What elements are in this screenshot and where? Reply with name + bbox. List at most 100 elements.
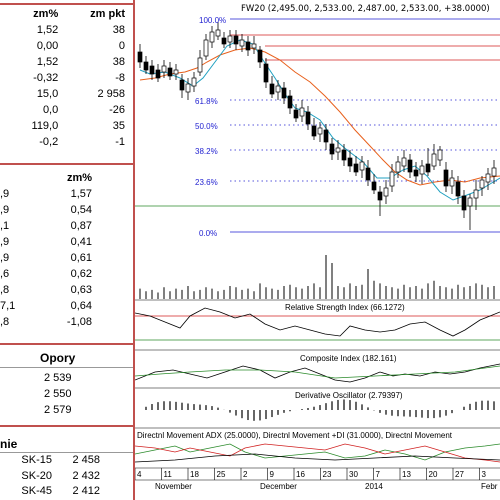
candle-body — [263, 63, 269, 83]
table-row: -0,2 -1 — [0, 134, 133, 150]
chart-title: FW20 (2,495.00, 2,533.00, 2,487.00, 2,53… — [241, 4, 490, 14]
support-title: nie — [0, 437, 18, 451]
candle-body — [419, 165, 425, 175]
candle-body — [437, 149, 443, 161]
candle-body — [173, 69, 179, 75]
change-pct: 15,0 — [36, 88, 59, 100]
composite-line — [135, 363, 500, 383]
change-pct: -0,2 — [39, 136, 59, 148]
rsi-label: Relative Strength Index (66.1272) — [285, 303, 405, 312]
header-underline — [0, 367, 133, 368]
fib-label-0: 0.0% — [199, 229, 217, 238]
candle-body — [149, 65, 155, 75]
resistance-title: Opory — [40, 351, 76, 365]
change-pct: 0,87 — [70, 220, 92, 232]
candle-body — [479, 179, 485, 189]
change-pct: 0,61 — [70, 252, 92, 264]
table-row: 119,0 35 — [0, 118, 133, 134]
table-row: ,9 0,41 — [0, 234, 133, 250]
tick-label: 23 — [323, 470, 332, 479]
support-label: SK-15 — [21, 454, 52, 466]
adx-label: Directnl Movement ADX (25.0000), Directn… — [137, 431, 453, 440]
candle-body — [449, 177, 455, 187]
candle-body — [425, 163, 431, 173]
candle-body — [257, 49, 263, 63]
value-cell: ,9 — [0, 252, 10, 264]
candle-body — [299, 107, 305, 117]
fib-label-236: 23.6% — [195, 178, 218, 187]
change-pct: 0,41 — [70, 236, 92, 248]
candle-body — [329, 143, 335, 155]
header-change-pts: zm pkt — [90, 8, 125, 20]
quotes-header: zm% zm pkt — [0, 6, 133, 22]
candle-body — [383, 187, 389, 197]
table-row: 0,00 0 — [0, 38, 133, 54]
table-row: ,9 1,57 — [0, 186, 133, 202]
candle-body — [443, 169, 449, 187]
support-label: SK-45 — [21, 485, 52, 497]
list-item: SK-15 2 458 — [0, 453, 133, 469]
tick-label: 4 — [137, 470, 142, 479]
change-pct: 0,63 — [70, 284, 92, 296]
change-pct: -0,32 — [33, 72, 59, 84]
candle-body — [485, 173, 491, 183]
value-cell: 7,1 — [0, 300, 16, 312]
resistance-value: 2 539 — [44, 372, 72, 384]
quotes-table: zm% zm pkt 1,52 38 0,00 0 1,52 38 -0,32 -8 1… — [0, 6, 133, 150]
candle-body — [395, 161, 401, 173]
tick-label: 16 — [296, 470, 305, 479]
candle-body — [191, 77, 197, 87]
candle-body — [233, 35, 239, 45]
candle-body — [287, 95, 293, 109]
table-row: 1,52 38 — [0, 22, 133, 38]
chart-area[interactable]: FW20 (2,495.00, 2,533.00, 2,487.00, 2,53… — [135, 0, 500, 500]
tick-label: 20 — [429, 470, 438, 479]
month-label: Febr — [481, 482, 498, 491]
table-row: ,6 0,62 — [0, 266, 133, 282]
table-row: ,8 0,63 — [0, 282, 133, 298]
candle-body — [371, 181, 377, 191]
support-label: SK-20 — [21, 469, 52, 482]
change-pct: 0,54 — [70, 204, 92, 216]
change-pts: -26 — [109, 104, 125, 116]
header-change-pct: zm% — [33, 8, 59, 20]
candle-body — [347, 157, 353, 167]
table-row: -0,32 -8 — [0, 70, 133, 86]
change-pct: 1,57 — [70, 188, 92, 200]
candle-body — [359, 161, 365, 171]
candle-body — [227, 35, 233, 43]
list-item: SK-45 2 412 — [0, 484, 133, 500]
fib-label-382: 38.2% — [195, 147, 218, 156]
candle-body — [491, 167, 497, 177]
change-pts: 2 958 — [97, 88, 125, 100]
fib-label-500: 50.0% — [195, 122, 218, 131]
tick-label: 7 — [376, 470, 381, 479]
table-row: 15,0 2 958 — [0, 86, 133, 102]
section-divider — [0, 163, 133, 165]
candle-body — [215, 29, 221, 37]
tick-label: 27 — [455, 470, 464, 479]
change-pct: 119,0 — [31, 120, 59, 132]
change-pct: 1,52 — [36, 24, 59, 36]
tick-label: 30 — [349, 470, 358, 479]
candle-body — [317, 127, 323, 135]
table-row: 7,1 0,64 — [0, 298, 133, 314]
index-header: zm% — [0, 170, 133, 186]
tick-label: 25 — [217, 470, 226, 479]
change-pts: -8 — [115, 72, 125, 84]
candle-body — [305, 111, 311, 125]
fibonacci-levels — [230, 18, 500, 233]
candle-body — [407, 159, 413, 173]
change-pct: 0,00 — [36, 40, 59, 52]
oscillator-histogram — [145, 399, 495, 421]
value-cell: ,9 — [0, 188, 10, 200]
technical-chart[interactable]: FW20 (2,495.00, 2,533.00, 2,487.00, 2,53… — [135, 0, 500, 500]
section-divider — [0, 3, 133, 5]
candle-body — [161, 65, 167, 73]
tick-label: 9 — [270, 470, 275, 479]
candle-body — [203, 39, 209, 57]
candle-body — [455, 181, 461, 197]
candle-body — [323, 129, 329, 143]
support-value: 2 458 — [72, 454, 100, 466]
candle-body — [197, 57, 203, 73]
